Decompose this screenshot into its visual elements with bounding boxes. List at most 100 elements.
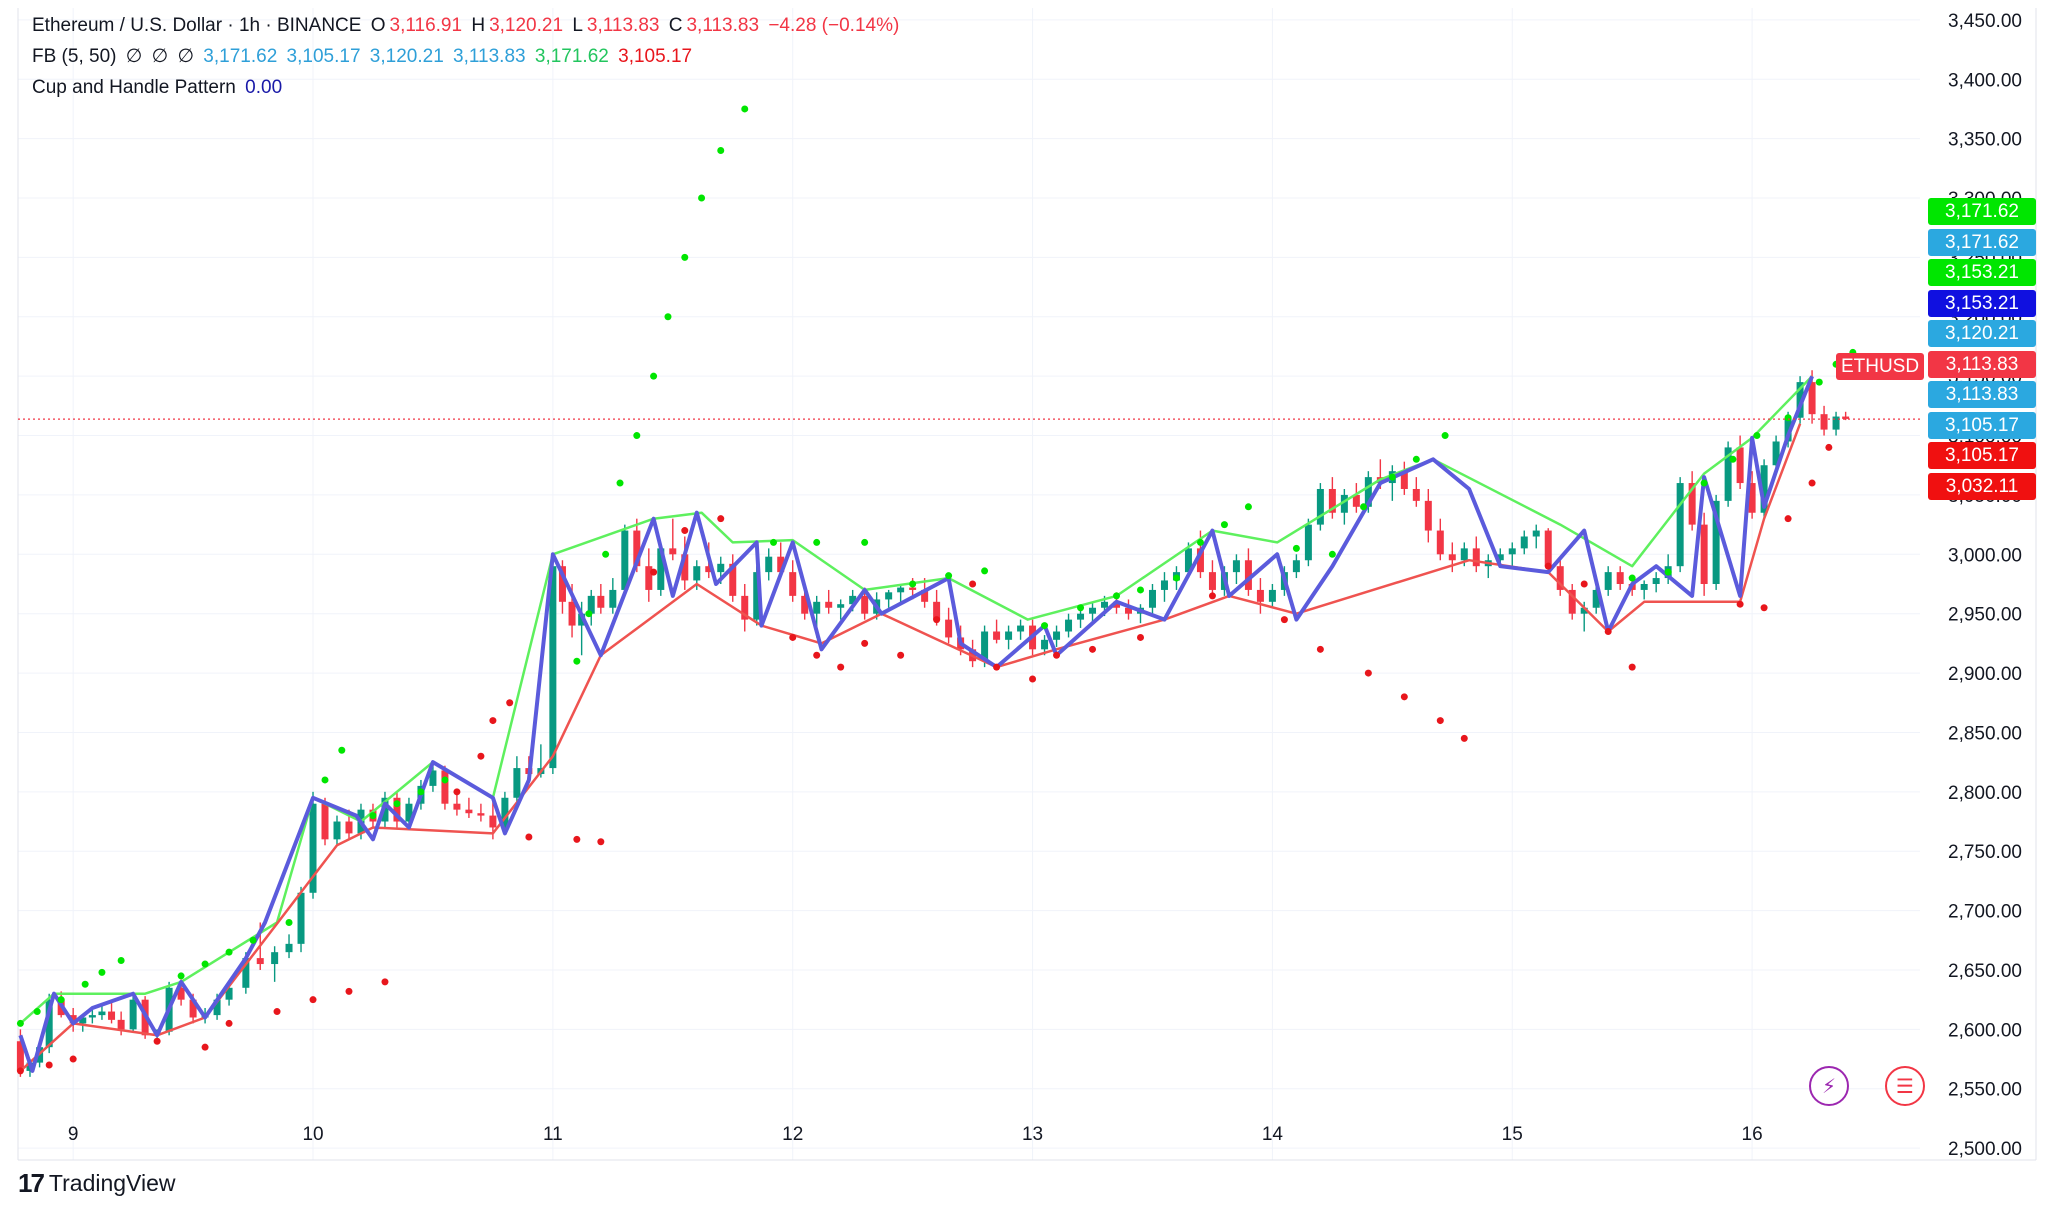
cup-handle-value: 0.00	[245, 77, 283, 98]
psar-up-dot	[417, 788, 425, 796]
psar-down-dot	[273, 1008, 281, 1016]
symbol-title[interactable]: Ethereum / U.S. Dollar · 1h · BINANCE	[32, 15, 361, 36]
brand-name: TradingView	[48, 1170, 176, 1196]
psar-up-dot	[1628, 574, 1636, 582]
psar-down-dot	[201, 1043, 209, 1051]
candle-body	[1736, 447, 1744, 484]
candle-body	[1232, 560, 1240, 573]
psar-up-dot	[225, 948, 233, 956]
chart-area[interactable]: 2,500.00 2,550.00 2,600.00 2,650.00 2,700.00…	[0, 0, 2048, 1212]
candle-body	[129, 999, 137, 1030]
cup-handle-name[interactable]: Cup and Handle Pattern	[32, 77, 236, 98]
psar-down-dot	[969, 580, 977, 588]
candle-body	[256, 958, 264, 965]
price-chart[interactable]: 2,500.00 2,550.00 2,600.00 2,650.00 2,700.00…	[0, 0, 2048, 1212]
close-value: 3,113.83	[686, 15, 760, 36]
psar-up-dot	[249, 936, 257, 944]
high-value: 3,120.21	[489, 15, 564, 36]
upper-band-line	[19, 375, 1813, 1025]
psar-down-dot	[837, 663, 845, 671]
psar-down-dot	[1280, 616, 1288, 624]
candle-body	[609, 589, 617, 608]
psar-up-dot	[1700, 479, 1708, 487]
candle-body	[88, 1015, 96, 1018]
symbol-price-tag: ETHUSD	[1836, 353, 1924, 380]
candle-body	[1041, 639, 1049, 650]
fb-indicator-name[interactable]: FB (5, 50)	[32, 46, 116, 67]
psar-up-dot	[1077, 604, 1085, 612]
tradingview-brand[interactable]: 17 TradingView	[18, 1168, 176, 1199]
psar-up-dot	[441, 776, 449, 784]
us-flag-icon[interactable]: ☰	[1885, 1066, 1925, 1106]
candle-body	[1832, 416, 1840, 430]
psar-up-dot	[1664, 568, 1672, 576]
psar-up-dot	[1729, 455, 1737, 463]
candle-body	[1700, 524, 1708, 584]
open-value: 3,116.91	[389, 15, 463, 36]
x-tick-label: 14	[1262, 1124, 1284, 1145]
candle-body	[465, 809, 473, 814]
psar-down-dot	[897, 651, 905, 659]
candle-body	[271, 952, 279, 965]
psar-up-dot	[1784, 414, 1792, 422]
psar-down-dot	[1029, 675, 1037, 683]
psar-down-dot	[1436, 717, 1444, 725]
y-tick-label: 3,350.00	[1948, 130, 2022, 151]
psar-down-dot	[1460, 734, 1468, 742]
candle-body	[333, 821, 341, 840]
psar-down-dot	[1364, 669, 1372, 677]
psar-down-dot	[1736, 600, 1744, 608]
candle-body	[1652, 578, 1660, 584]
candle-body	[597, 595, 605, 608]
psar-up-dot	[1292, 544, 1300, 552]
psar-down-dot	[489, 717, 497, 725]
y-tick-label: 2,700.00	[1948, 902, 2022, 923]
psar-up-dot	[117, 956, 125, 964]
x-tick-label: 13	[1022, 1124, 1043, 1145]
psar-up-dot	[573, 657, 581, 665]
lightning-icon[interactable]: ⚡	[1809, 1066, 1849, 1106]
psar-down-dot	[506, 699, 514, 707]
price-tag: 3,105.17	[1928, 442, 2036, 469]
candle-body	[621, 530, 629, 590]
candle-body	[1412, 488, 1420, 501]
open-label: O	[370, 15, 386, 36]
psar-down-dot	[1580, 580, 1588, 588]
psar-down-dot	[597, 838, 605, 846]
psar-up-dot	[698, 194, 706, 202]
price-tag: 3,032.11	[1928, 472, 2036, 500]
candle-body	[489, 815, 497, 828]
y-tick-label: 3,000.00	[1948, 545, 2022, 566]
candle-body	[1520, 536, 1528, 549]
psar-down-dot	[453, 788, 461, 796]
price-tag: 3,113.83	[1928, 350, 2036, 378]
psar-down-dot	[477, 752, 485, 760]
psar-down-dot	[1760, 604, 1768, 612]
candle-body	[1005, 631, 1013, 640]
psar-up-dot	[616, 479, 624, 487]
psar-up-dot	[945, 572, 953, 580]
candle-body	[1616, 572, 1624, 584]
candle-body	[98, 1011, 106, 1016]
candle-body	[1077, 613, 1085, 620]
psar-up-dot	[717, 147, 725, 155]
tradingview-logo-icon: 17	[18, 1168, 45, 1198]
fb-empty-1: ∅	[151, 46, 169, 67]
lower-band-line	[19, 423, 1802, 1072]
y-tick-label: 2,850.00	[1948, 723, 2022, 744]
psar-up-dot	[98, 968, 106, 976]
candle-body	[1065, 619, 1073, 632]
psar-down-dot	[789, 633, 797, 641]
psar-down-dot	[153, 1037, 161, 1045]
low-label: L	[572, 15, 583, 36]
fb-indicator-legend: FB (5, 50) ∅ ∅ ∅ 3,171.62 3,105.17 3,120…	[32, 46, 696, 68]
y-tick-label: 2,600.00	[1948, 1020, 2022, 1041]
y-tick-label: 2,650.00	[1948, 961, 2022, 982]
y-tick-label: 2,950.00	[1948, 605, 2022, 626]
fb-value-4: 3,171.62	[534, 46, 609, 67]
psar-down-dot	[1628, 663, 1636, 671]
psar-up-dot	[1172, 574, 1180, 582]
psar-up-dot	[338, 746, 346, 754]
candle-body	[1089, 607, 1097, 614]
psar-up-dot	[177, 972, 185, 980]
